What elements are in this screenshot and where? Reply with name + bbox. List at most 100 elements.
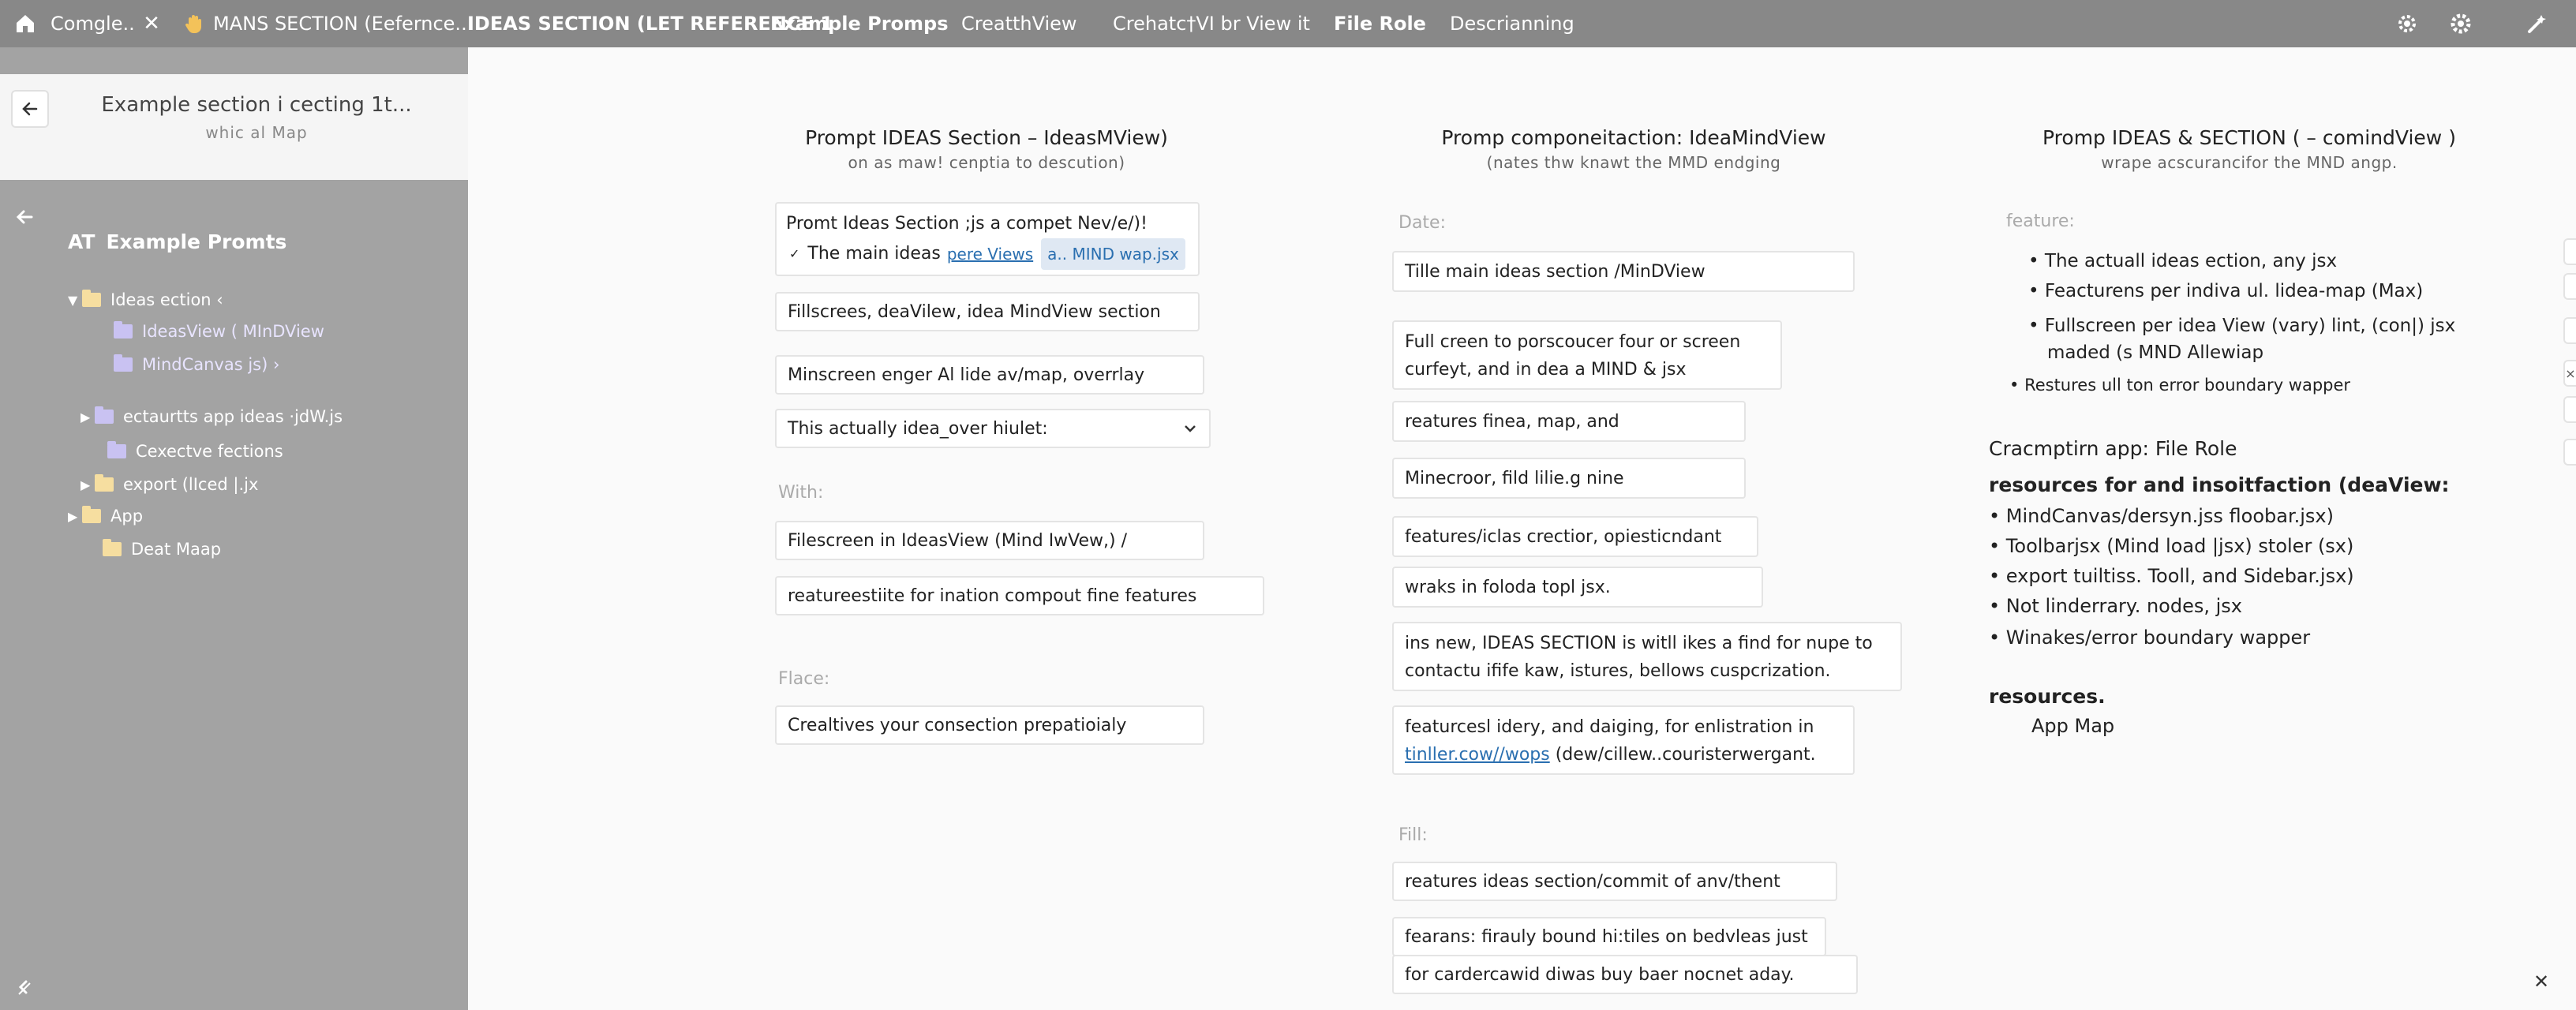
back-button[interactable] xyxy=(11,90,49,128)
folder-icon xyxy=(82,290,101,307)
folder-icon xyxy=(103,539,122,556)
col1-field-2[interactable]: Minscreen enger Al lide av/map, overrlay xyxy=(775,355,1204,395)
tab-descrianning[interactable]: Descrianning xyxy=(1450,0,1574,47)
col2-field-3[interactable]: reatures finea, map, and xyxy=(1392,401,1746,442)
section-prefix: AT xyxy=(68,230,95,253)
tab-crehatc-view[interactable]: Crehatc†VI br View it xyxy=(1113,0,1310,47)
folder-icon xyxy=(82,506,101,523)
folder-icon xyxy=(107,441,126,458)
side-panel-tab[interactable] xyxy=(2563,273,2576,300)
col2-field-7[interactable]: ins new, IDEAS SECTION is witll ikes a f… xyxy=(1392,622,1902,691)
col1-select[interactable]: This actually idea_over hiulet: xyxy=(775,409,1211,448)
col2-field-6[interactable]: wraks in foloda topl jsx. xyxy=(1392,567,1763,608)
caret-right-icon[interactable]: ▶ xyxy=(80,410,95,425)
col3-list-4: • Not linderrary. nodes, jsx xyxy=(1989,595,2242,617)
magic-wand-icon[interactable] xyxy=(2524,11,2549,36)
side-panel-tab[interactable] xyxy=(2563,238,2576,265)
col2-field-8-line1: featurcesl idery, and daiging, for enlis… xyxy=(1405,717,1814,737)
tree-item-app[interactable]: ▶ App xyxy=(68,502,143,530)
folder-icon xyxy=(95,474,114,492)
tree-item-mindcanvas[interactable]: MindCanvas js) › xyxy=(114,350,279,379)
col2-label-date: Date: xyxy=(1398,213,1446,233)
tab-example-promps[interactable]: Example Promps xyxy=(770,0,949,47)
col1-card-chip[interactable]: a.. MIND wap.jsx xyxy=(1041,238,1185,270)
tree-item-label: App xyxy=(110,507,144,526)
col2-field-8[interactable]: featurcesl idery, and daiging, for enlis… xyxy=(1392,705,1855,775)
col3-bullet-3-cont: maded (s MND Allewiap xyxy=(2047,342,2264,363)
top-tab-bar: Comgle.. ✕ MANS SECTION (Eefernce.. IDEA… xyxy=(0,0,2576,47)
tree-item-export[interactable]: ▶ export (lIced |.jx xyxy=(80,470,258,499)
col3-footer-label: resources. xyxy=(1989,685,2106,708)
tab-mans-section[interactable]: MANS SECTION (Eefernce.. xyxy=(213,0,467,47)
tab-comgle[interactable]: Comgle.. xyxy=(51,0,135,47)
col1-card[interactable]: Promt Ideas Section ;js a compet Nev/e/)… xyxy=(775,202,1200,276)
collapse-sidebar-icon[interactable] xyxy=(14,977,35,1001)
side-panel-tab[interactable] xyxy=(2563,317,2576,344)
close-icon[interactable]: ✕ xyxy=(2527,967,2555,996)
tree-item-ideasview[interactable]: IdeasView ( MInDView xyxy=(114,317,324,346)
tab-file-role[interactable]: File Role xyxy=(1334,0,1426,47)
folder-icon xyxy=(95,406,114,424)
close-tab-icon[interactable]: ✕ xyxy=(139,11,164,36)
col1-field-1[interactable]: Fillscrees, deaVilew, idea MindView sect… xyxy=(775,292,1200,331)
home-icon[interactable] xyxy=(13,11,38,36)
col3-list-3: • export tuiltiss. Tooll, and Sidebar.js… xyxy=(1989,565,2354,587)
col2-field-5[interactable]: features/iclas crectior, opiesticndant xyxy=(1392,516,1758,557)
back-arrow-icon[interactable] xyxy=(14,207,35,230)
settings-icon[interactable] xyxy=(2394,11,2420,36)
col1-card-line1: Promt Ideas Section ;js a compet Nev/e/)… xyxy=(786,214,1148,234)
col2-field-11[interactable]: for cardercawid diwas buy baer nocnet ad… xyxy=(1392,955,1858,994)
caret-right-icon[interactable]: ▶ xyxy=(68,509,82,524)
caret-right-icon[interactable]: ▶ xyxy=(80,477,95,492)
tree-item-cexectve[interactable]: Cexectve fections xyxy=(107,437,283,466)
col3-bullet-2-text: Feacturens per indiva ul. lidea-map (Max… xyxy=(2044,281,2424,301)
col2-field-8-link[interactable]: tinller.cow//wops xyxy=(1405,745,1550,765)
col2-field-10[interactable]: fearans: firauly bound hi:tiles on bedvl… xyxy=(1392,917,1826,956)
col2-field-4[interactable]: Minecroor, fild lilie.g nine xyxy=(1392,458,1746,499)
col2-field-9[interactable]: reatures ideas section/commit of anv/the… xyxy=(1392,862,1837,901)
col3-list-4-text: Not linderrary. nodes, jsx xyxy=(2005,595,2242,617)
col1-title: Prompt IDEAS Section – IdeasMView) xyxy=(805,126,1168,149)
col2-title: Promp componeitaction: IdeaMindView xyxy=(1441,126,1826,149)
col1-label-flace: Flace: xyxy=(778,669,830,689)
col2-field-8-line2: tinller.cow//wops (dew/cillew..courister… xyxy=(1405,741,1842,769)
arrow-left-icon xyxy=(22,102,38,116)
chevron-down-icon xyxy=(1185,425,1196,432)
tree-item-ectaurtts[interactable]: ▶ ectaurtts app ideas ·jdW.js xyxy=(80,402,343,431)
tree-item-label: Deat Maap xyxy=(131,540,222,559)
tree-item-label: ectaurtts app ideas ·jdW.js xyxy=(123,407,343,426)
col2-subtitle: (nates thw knawt the MMD endging xyxy=(1486,153,1781,172)
col1-select-value: This actually idea_over hiulet: xyxy=(788,418,1048,439)
col1-field-5[interactable]: Crealtives your consection prepatioialy xyxy=(775,705,1204,745)
col1-card-line2-text: The main ideas xyxy=(807,244,941,264)
col2-field-1[interactable]: Tille main ideas section /MinDView xyxy=(1392,251,1855,292)
col1-card-link[interactable]: pere Views xyxy=(947,240,1033,268)
tab-creatthview[interactable]: CreatthView xyxy=(961,0,1077,47)
tree-item-label: export (lIced |.jx xyxy=(123,475,259,494)
tree-item-label: Ideas ection ‹ xyxy=(110,290,223,309)
tree-item-label: IdeasView ( MInDView xyxy=(142,322,324,341)
col3-bullet-1-text: The actuall ideas ection, any jsx xyxy=(2044,251,2338,271)
col2-field-2[interactable]: Full creen to porscoucer four or screen … xyxy=(1392,320,1782,390)
col1-label-with: With: xyxy=(778,483,824,503)
col3-list-1-text: MindCanvas/dersyn.jss floobar.jsx) xyxy=(2005,505,2334,527)
folder-icon xyxy=(114,354,133,372)
col3-list-2-text: Toolbarjsx (Mind load |jsx) stoler (sx) xyxy=(2005,535,2354,557)
col3-bullet-1: • The actuall ideas ection, any jsx xyxy=(2028,251,2338,271)
col1-field-3[interactable]: Filescreen in IdeasView (Mind IwVew,) / xyxy=(775,521,1204,560)
sidebar-header-subtitle: whic al Map xyxy=(205,123,308,142)
side-panel-close-tab[interactable]: × xyxy=(2563,360,2576,387)
side-panel-tab[interactable] xyxy=(2563,439,2576,466)
sidebar-header: Example section i cecting 1t... whic al … xyxy=(0,74,468,180)
col2-field-2-line2: curfeyt, and in dea a MIND & jsx xyxy=(1405,360,1687,380)
tree-item-deat-maap[interactable]: Deat Maap xyxy=(103,535,221,563)
side-panel-tab[interactable] xyxy=(2563,396,2576,423)
col1-field-4[interactable]: reatureestiite for ination compout fine … xyxy=(775,576,1264,615)
tree-item-label: MindCanvas js) › xyxy=(142,355,280,374)
col3-list-2: • Toolbarjsx (Mind load |jsx) stoler (sx… xyxy=(1989,535,2354,557)
col2-field-2-line1: Full creen to porscoucer four or screen xyxy=(1405,332,1741,352)
caret-down-icon[interactable]: ▼ xyxy=(68,293,82,308)
gear-icon[interactable] xyxy=(2448,11,2473,36)
tree-item-ideas-ection[interactable]: ▼ Ideas ection ‹ xyxy=(68,286,223,314)
col3-list-5-text: Winakes/error boundary wapper xyxy=(2005,627,2311,649)
